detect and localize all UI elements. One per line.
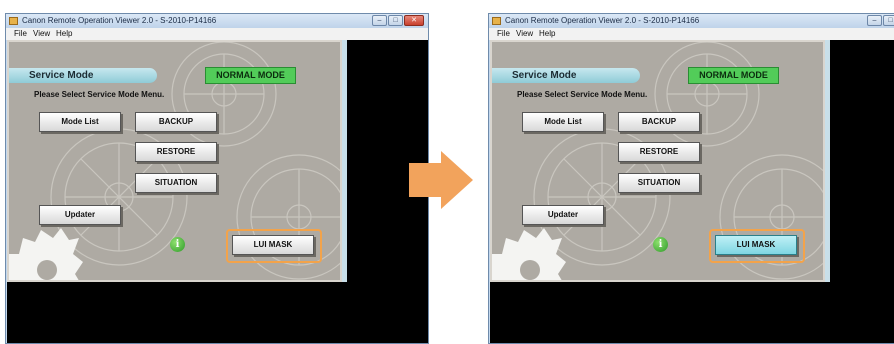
menu-bar: File View Help: [489, 28, 894, 40]
menu-help[interactable]: Help: [56, 28, 72, 40]
menu-prompt: Please Select Service Mode Menu.: [34, 90, 165, 99]
maximize-button[interactable]: □: [883, 15, 894, 26]
app-icon: [492, 17, 501, 25]
backup-button[interactable]: BACKUP: [135, 112, 217, 132]
title-bar[interactable]: Canon Remote Operation Viewer 2.0 - S-20…: [6, 14, 428, 28]
service-mode-panel: Service Mode NORMAL MODE Please Select S…: [7, 40, 342, 282]
menu-bar: File View Help: [6, 28, 428, 40]
lui-mask-button[interactable]: LUI MASK: [232, 235, 314, 255]
service-mode-label: Service Mode: [29, 70, 94, 81]
viewer-window-before: Canon Remote Operation Viewer 2.0 - S-20…: [5, 13, 429, 344]
remote-screen: Service Mode NORMAL MODE Please Select S…: [7, 40, 428, 343]
app-icon: [9, 17, 18, 25]
minimize-button[interactable]: –: [372, 15, 387, 26]
panel-rim: [342, 40, 347, 282]
situation-button[interactable]: SITUATION: [618, 173, 700, 193]
updater-button[interactable]: Updater: [39, 205, 121, 225]
menu-prompt: Please Select Service Mode Menu.: [517, 90, 648, 99]
menu-file[interactable]: File: [497, 28, 510, 40]
normal-mode-badge: NORMAL MODE: [688, 67, 779, 84]
close-button[interactable]: ✕: [404, 15, 424, 26]
right-arrow-icon: [409, 151, 473, 209]
menu-file[interactable]: File: [14, 28, 27, 40]
service-mode-label: Service Mode: [512, 70, 577, 81]
remote-screen: Service Mode NORMAL MODE Please Select S…: [490, 40, 894, 343]
service-mode-tab: Service Mode: [9, 68, 157, 83]
window-title: Canon Remote Operation Viewer 2.0 - S-20…: [505, 16, 700, 25]
restore-button[interactable]: RESTORE: [618, 142, 700, 162]
menu-view[interactable]: View: [516, 28, 533, 40]
normal-mode-badge: NORMAL MODE: [205, 67, 296, 84]
info-icon[interactable]: i: [170, 237, 185, 252]
service-mode-panel: Service Mode NORMAL MODE Please Select S…: [490, 40, 825, 282]
mode-list-button[interactable]: Mode List: [522, 112, 604, 132]
title-bar[interactable]: Canon Remote Operation Viewer 2.0 - S-20…: [489, 14, 894, 28]
menu-view[interactable]: View: [33, 28, 50, 40]
situation-button[interactable]: SITUATION: [135, 173, 217, 193]
window-title: Canon Remote Operation Viewer 2.0 - S-20…: [22, 16, 217, 25]
updater-button[interactable]: Updater: [522, 205, 604, 225]
restore-button[interactable]: RESTORE: [135, 142, 217, 162]
info-icon[interactable]: i: [653, 237, 668, 252]
backup-button[interactable]: BACKUP: [618, 112, 700, 132]
maximize-button[interactable]: □: [388, 15, 403, 26]
panel-rim: [825, 40, 830, 282]
viewer-window-after: Canon Remote Operation Viewer 2.0 - S-20…: [488, 13, 894, 344]
minimize-button[interactable]: –: [867, 15, 882, 26]
lui-mask-button-selected[interactable]: LUI MASK: [715, 235, 797, 255]
mode-list-button[interactable]: Mode List: [39, 112, 121, 132]
menu-help[interactable]: Help: [539, 28, 555, 40]
service-mode-tab: Service Mode: [492, 68, 640, 83]
